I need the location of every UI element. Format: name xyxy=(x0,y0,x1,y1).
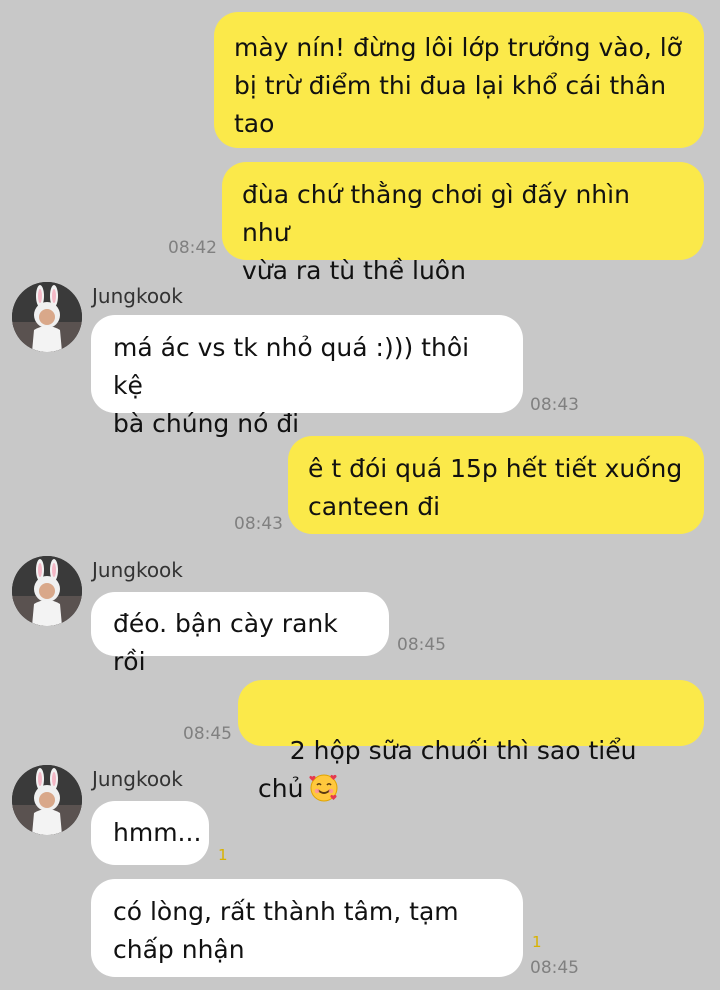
message-bubble-incoming[interactable]: đéo. bận cày rank rồi xyxy=(91,592,389,676)
unread-count: 1 xyxy=(218,846,228,864)
avatar-image xyxy=(12,556,82,626)
unread-count: 1 xyxy=(532,933,542,951)
message-timestamp: 08:45 xyxy=(183,724,232,744)
message-bubble-outgoing[interactable]: ê t đói quá 15p hết tiết xuống canteen đ… xyxy=(288,436,704,534)
smiling-face-with-hearts-icon xyxy=(309,774,338,802)
message-bubble-incoming[interactable]: hmm... xyxy=(91,801,209,865)
sender-name: Jungkook xyxy=(92,284,183,308)
avatar-image xyxy=(12,282,82,352)
message-timestamp: 08:43 xyxy=(234,514,283,534)
message-bubble-incoming[interactable]: má ác vs tk nhỏ quá :))) thôi kệ bà chún… xyxy=(91,315,523,438)
contact-avatar[interactable] xyxy=(12,556,82,626)
message-bubble-outgoing[interactable]: mày nín! đừng lôi lớp trưởng vào, lỡ bị … xyxy=(214,12,704,148)
message-timestamp: 08:42 xyxy=(168,238,217,258)
message-bubble-outgoing[interactable]: 2 hộp sữa chuối thì sao tiểu chủ xyxy=(238,680,704,803)
message-bubble-incoming[interactable]: có lòng, rất thành tâm, tạm chấp nhận xyxy=(91,879,523,977)
contact-avatar[interactable] xyxy=(12,765,82,835)
message-timestamp: 08:45 xyxy=(530,958,579,978)
contact-avatar[interactable] xyxy=(12,282,82,352)
message-timestamp: 08:45 xyxy=(397,635,446,655)
message-timestamp: 08:43 xyxy=(530,395,579,415)
sender-name: Jungkook xyxy=(92,558,183,582)
avatar-image xyxy=(12,765,82,835)
message-bubble-outgoing[interactable]: đùa chứ thằng chơi gì đấy nhìn như vừa r… xyxy=(222,162,704,285)
sender-name: Jungkook xyxy=(92,767,183,791)
chat-thread[interactable]: mày nín! đừng lôi lớp trưởng vào, lỡ bị … xyxy=(0,0,720,990)
